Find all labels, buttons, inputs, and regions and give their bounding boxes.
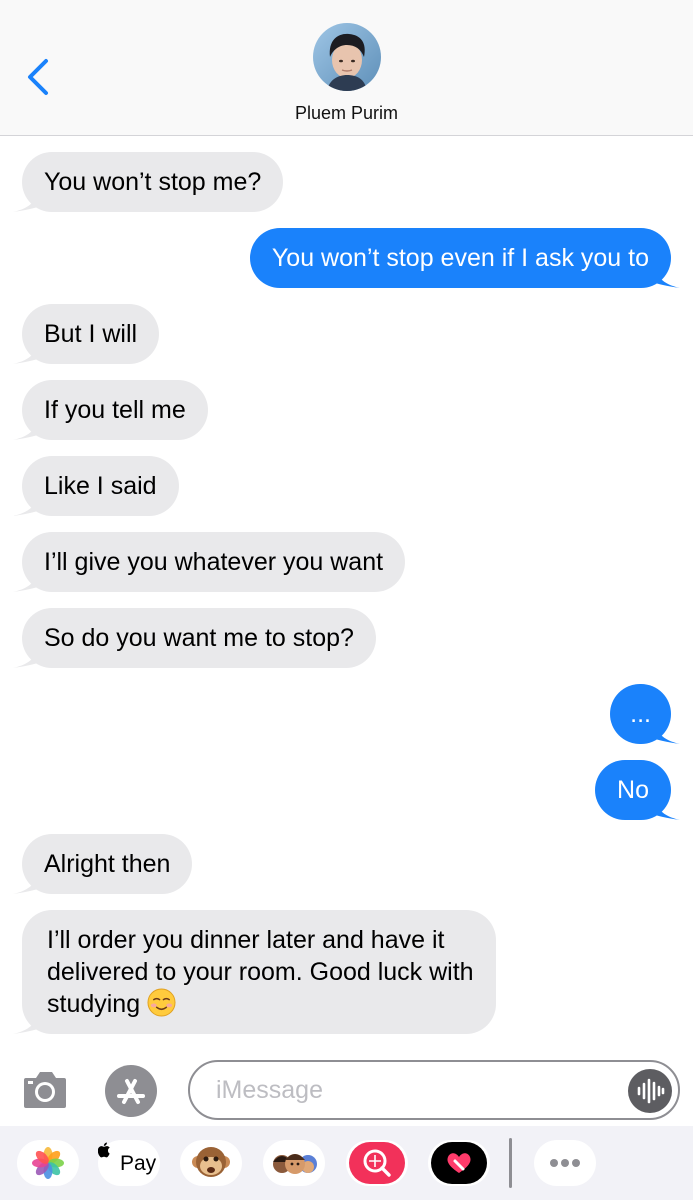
message-text: But I will — [22, 304, 160, 364]
voice-message-button[interactable] — [628, 1069, 672, 1113]
incoming-message[interactable]: I’ll order you dinner later and have it … — [13, 910, 496, 1034]
app-store-button[interactable] — [104, 1064, 158, 1118]
camera-icon — [24, 1072, 66, 1108]
message-text: Alright then — [22, 834, 193, 894]
incoming-message[interactable]: But I will — [13, 304, 160, 364]
message-bubble: I’ll order you dinner later and have it … — [22, 910, 496, 1034]
outgoing-message[interactable]: No — [595, 760, 680, 820]
digital-touch-button[interactable] — [428, 1140, 490, 1186]
outgoing-message[interactable]: ... — [610, 684, 680, 744]
message-input-placeholder: iMessage — [216, 1076, 323, 1104]
message-text: You won’t stop me? — [22, 152, 284, 212]
message-text: If you tell me — [22, 380, 208, 440]
incoming-message[interactable]: If you tell me — [13, 380, 208, 440]
compose-bar: iMessage — [0, 1054, 693, 1126]
message-text: Like I said — [22, 456, 179, 516]
contact-name[interactable]: Pluem Purim — [0, 103, 693, 124]
conversation-header: Pluem Purim — [0, 0, 693, 136]
photos-app-button[interactable] — [17, 1140, 79, 1186]
search-images-icon — [349, 1142, 405, 1184]
message-text: So do you want me to stop? — [22, 608, 376, 668]
memoji-icon — [273, 1154, 317, 1174]
digital-touch-icon — [431, 1142, 487, 1184]
message-thread: You won’t stop me? You won’t stop even i… — [0, 136, 693, 1054]
waveform-icon — [637, 1078, 665, 1104]
incoming-message[interactable]: Like I said — [13, 456, 179, 516]
incoming-message[interactable]: So do you want me to stop? — [13, 608, 376, 668]
monkey-animoji-icon — [192, 1147, 230, 1177]
apple-pay-button[interactable]: Pay — [98, 1140, 160, 1186]
apple-pay-label: Pay — [120, 1152, 157, 1175]
incoming-message[interactable]: You won’t stop me? — [13, 152, 284, 212]
message-input[interactable]: iMessage — [188, 1060, 680, 1120]
more-icon — [550, 1159, 580, 1167]
memoji-button[interactable] — [263, 1140, 325, 1186]
message-text: I’ll give you whatever you want — [22, 532, 406, 592]
camera-button[interactable] — [22, 1068, 68, 1110]
photos-icon — [32, 1147, 64, 1179]
image-search-button[interactable] — [346, 1140, 408, 1186]
apple-logo-icon — [98, 1142, 110, 1158]
back-button[interactable] — [22, 55, 58, 99]
app-drawer: Pay — [0, 1126, 693, 1200]
avatar-photo-icon — [313, 23, 381, 91]
monkey-animoji-button[interactable] — [180, 1140, 242, 1186]
message-text: You won’t stop even if I ask you to — [249, 228, 671, 288]
incoming-message[interactable]: Alright then — [13, 834, 193, 894]
message-text: I’ll order you dinner later and have it … — [47, 926, 474, 1018]
incoming-message[interactable]: I’ll give you whatever you want — [13, 532, 406, 592]
drawer-divider — [509, 1138, 512, 1188]
contact-avatar[interactable] — [313, 23, 381, 91]
smiling-face-emoji-icon — [147, 988, 176, 1017]
message-text: ... — [610, 684, 671, 744]
more-apps-button[interactable] — [534, 1140, 596, 1186]
message-text: No — [595, 760, 671, 820]
outgoing-message[interactable]: You won’t stop even if I ask you to — [249, 228, 680, 288]
app-store-icon — [105, 1065, 157, 1117]
chevron-left-icon — [28, 59, 48, 95]
